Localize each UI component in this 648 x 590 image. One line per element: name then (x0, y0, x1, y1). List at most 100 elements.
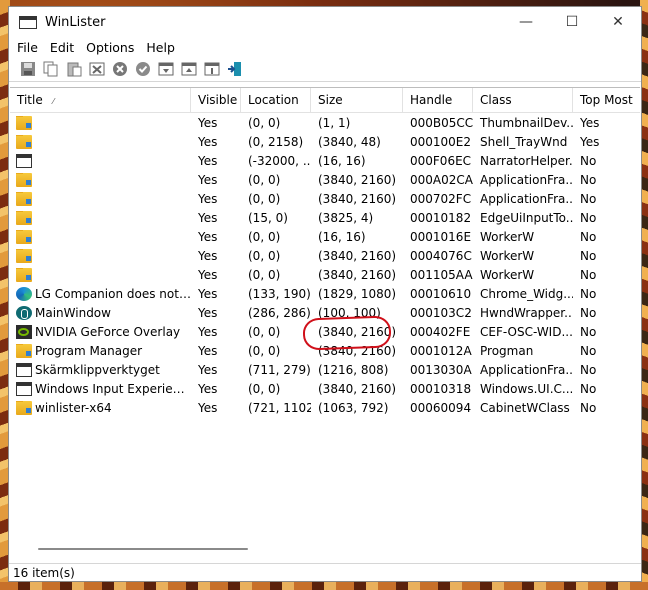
exit-icon[interactable] (224, 59, 245, 80)
folder-icon (16, 191, 32, 206)
cell-handle: 00010610 (410, 286, 472, 301)
menu-help[interactable]: Help (140, 40, 181, 55)
table-row[interactable]: Skärmklippverktyget Yes (711, 279) (1216, 8… (10, 360, 640, 379)
nvidia-icon (16, 324, 32, 339)
row-title: NVIDIA GeForce Overlay (35, 324, 181, 339)
cell-location: (0, 0) (248, 343, 281, 358)
cell-topmost: No (580, 172, 597, 187)
window-list-icon[interactable] (178, 59, 199, 80)
table-row[interactable]: Yes (0, 0) (3840, 2160) 000702FC Application… (10, 189, 640, 208)
table-row[interactable]: Yes (15, 0) (3825, 4) 00010182 EdgeUiInputTo… (10, 208, 640, 227)
cell-class: ApplicationFra... (480, 191, 573, 206)
cell-title: MainWindow (10, 305, 191, 320)
folder-icon (16, 343, 32, 358)
cell-location: (0, 0) (248, 267, 281, 282)
table-row[interactable]: Yes (0, 0) (3840, 2160) 001105AA WorkerW No (10, 265, 640, 284)
col-header-visible[interactable]: Visible (191, 88, 241, 112)
cell-location: (15, 0) (248, 210, 288, 225)
toolbar (9, 57, 641, 82)
horizontal-scrollbar[interactable] (38, 548, 248, 550)
cell-location: (0, 0) (248, 191, 281, 206)
col-header-location[interactable]: Location (241, 88, 311, 112)
cell-size: (16, 16) (318, 229, 366, 244)
table-row[interactable]: Yes (0, 0) (3840, 2160) 000A02CA Application… (10, 170, 640, 189)
cell-location: (0, 0) (248, 381, 281, 396)
menu-options[interactable]: Options (80, 40, 140, 55)
cell-location: (0, 0) (248, 248, 281, 263)
menu-edit[interactable]: Edit (44, 40, 80, 55)
table-row[interactable]: Yes (0, 0) (1, 1) 000B05CC ThumbnailDev... Ye… (10, 113, 640, 132)
cell-visible: Yes (198, 343, 218, 358)
cell-location: (133, 190) (248, 286, 311, 301)
close-window-icon[interactable] (86, 59, 107, 80)
table-row[interactable]: Yes (0, 2158) (3840, 48) 000100E2 Shell_Tray… (10, 132, 640, 151)
app-window-icon (19, 15, 37, 29)
cell-visible: Yes (198, 191, 218, 206)
table-row[interactable]: Yes (0, 0) (16, 16) 0001016E WorkerW No (10, 227, 640, 246)
cell-title: NVIDIA GeForce Overlay (10, 324, 191, 339)
col-header-topmost[interactable]: Top Most (573, 88, 640, 112)
close-button[interactable]: ✕ (595, 7, 641, 37)
copy-icon[interactable] (40, 59, 61, 80)
cell-size: (1829, 1080) (318, 286, 397, 301)
table-row[interactable]: Yes (-32000, ... (16, 16) 000F06EC NarratorH… (10, 151, 640, 170)
table-row[interactable]: Windows Input Experience Yes (0, 0) (3840, … (10, 379, 640, 398)
cell-size: (1063, 792) (318, 400, 389, 415)
cell-topmost: No (580, 191, 597, 206)
cell-handle: 0001012A (410, 343, 472, 358)
cell-title (10, 267, 191, 282)
col-header-size[interactable]: Size (311, 88, 403, 112)
minimize-button[interactable]: — (503, 7, 549, 37)
list-header: Title ⁄ Visible Location Size Handle Clas… (10, 88, 640, 113)
maximize-button[interactable]: ☐ (549, 7, 595, 37)
cell-size: (1216, 808) (318, 362, 389, 377)
cell-title (10, 191, 191, 206)
lg-icon (16, 305, 32, 320)
cell-title: Windows Input Experience (10, 381, 191, 396)
cell-class: Shell_TrayWnd (480, 134, 568, 149)
cell-visible: Yes (198, 210, 218, 225)
cell-title (10, 229, 191, 244)
table-row[interactable]: Yes (0, 0) (3840, 2160) 0004076C WorkerW No (10, 246, 640, 265)
title-bar[interactable]: WinLister — ☐ ✕ (9, 7, 641, 37)
col-header-handle[interactable]: Handle (403, 88, 473, 112)
col-header-class[interactable]: Class (473, 88, 573, 112)
cell-location: (0, 0) (248, 324, 281, 339)
paste-icon[interactable] (63, 59, 84, 80)
cell-topmost: Yes (580, 134, 600, 149)
folder-icon (16, 248, 32, 263)
cell-visible: Yes (198, 172, 218, 187)
cell-class: Windows.UI.C... (480, 381, 573, 396)
folder-icon (16, 172, 32, 187)
cell-class: Chrome_Widg... (480, 286, 573, 301)
col-header-title[interactable]: Title ⁄ (10, 88, 191, 112)
table-row[interactable]: winlister-x64 Yes (721, 1102) (1063, 792) 00… (10, 398, 640, 417)
row-title: Windows Input Experience (35, 381, 191, 396)
cell-location: (-32000, ... (248, 153, 311, 168)
cell-topmost: Yes (580, 115, 600, 130)
terminate-icon[interactable] (109, 59, 130, 80)
highlight-annotation (302, 315, 392, 351)
cell-size: (3840, 2160) (318, 381, 397, 396)
cell-handle: 000402FE (410, 324, 471, 339)
check-icon[interactable] (132, 59, 153, 80)
cell-visible: Yes (198, 400, 218, 415)
cell-title (10, 248, 191, 263)
cell-class: WorkerW (480, 229, 535, 244)
save-icon[interactable] (17, 59, 38, 80)
window-top-icon[interactable] (201, 59, 222, 80)
cell-handle: 000103C2 (410, 305, 472, 320)
row-title: Skärmklippverktyget (35, 362, 160, 377)
cell-handle: 00010182 (410, 210, 472, 225)
cell-handle: 0004076C (410, 248, 472, 263)
folder-icon (16, 115, 32, 130)
cell-location: (0, 0) (248, 229, 281, 244)
window-restore-icon[interactable] (155, 59, 176, 80)
table-row[interactable]: LG Companion does not sta... Yes (133, 190… (10, 284, 640, 303)
folder-icon (16, 134, 32, 149)
cell-class: WorkerW (480, 267, 535, 282)
row-title: winlister-x64 (35, 400, 112, 415)
cell-size: (3840, 2160) (318, 248, 397, 263)
menu-file[interactable]: File (11, 40, 44, 55)
cell-handle: 00060094 (410, 400, 472, 415)
